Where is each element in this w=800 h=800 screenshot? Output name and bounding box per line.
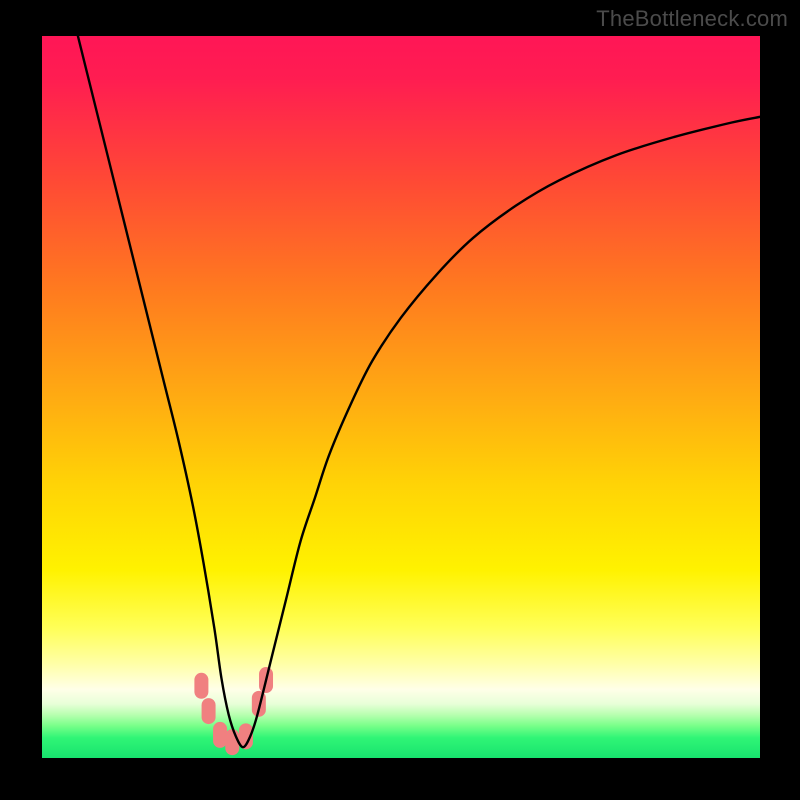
chart-frame: TheBottleneck.com — [0, 0, 800, 800]
plot-area — [42, 36, 760, 758]
highlight-dot — [213, 722, 227, 748]
highlight-dot — [202, 698, 216, 724]
highlight-dot — [194, 673, 208, 699]
bottleneck-chart — [42, 36, 760, 758]
highlight-dot — [225, 729, 239, 755]
watermark-text: TheBottleneck.com — [596, 6, 788, 32]
